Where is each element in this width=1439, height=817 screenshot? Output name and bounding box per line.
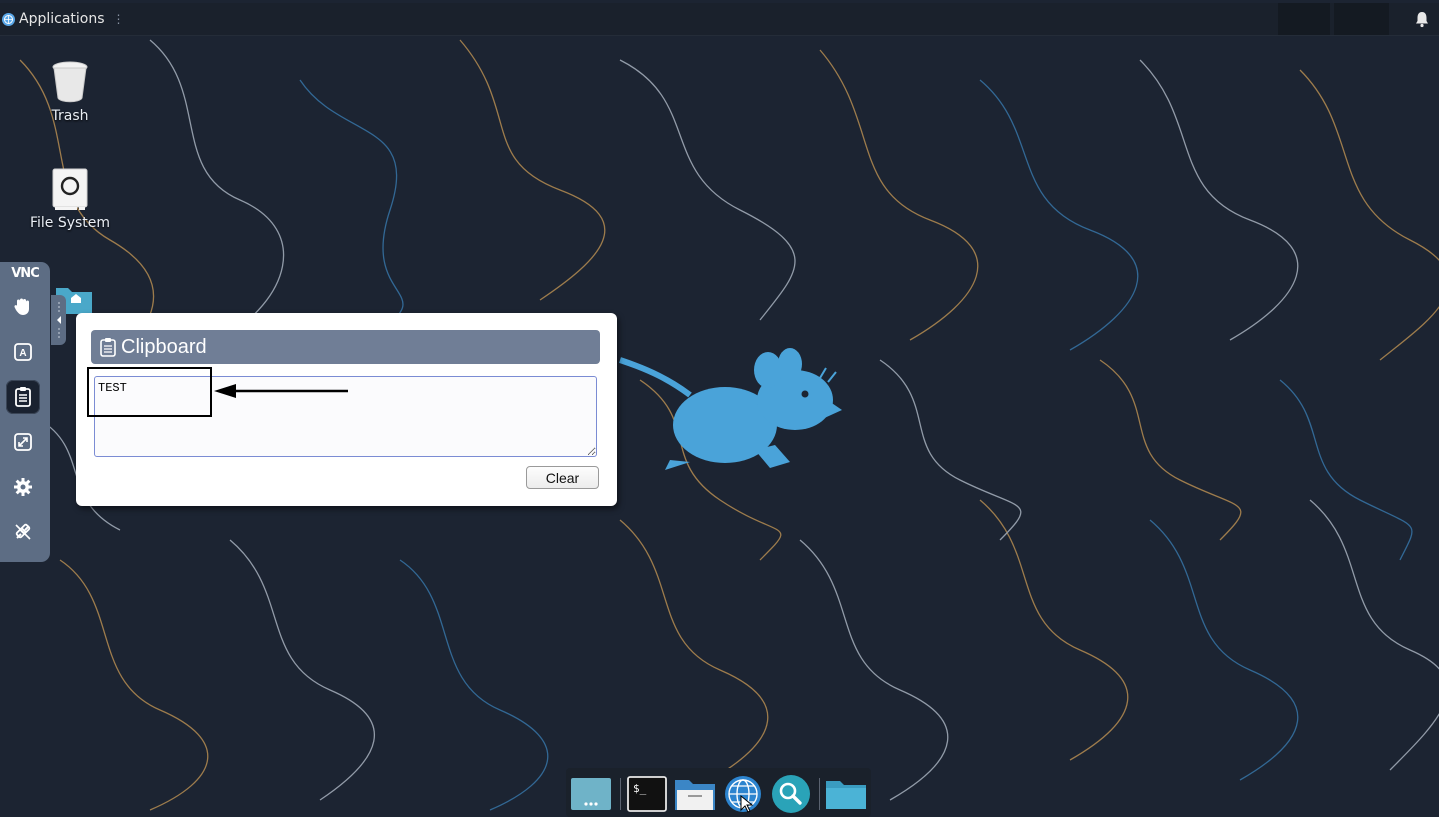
- vnc-settings-button[interactable]: [6, 470, 40, 504]
- svg-text:A: A: [19, 348, 26, 359]
- vnc-control-bar: VNC A: [0, 262, 50, 562]
- globe-icon: [725, 776, 761, 813]
- dock-file-manager[interactable]: [674, 775, 716, 813]
- folder-icon: [826, 781, 866, 809]
- vnc-bar-handle[interactable]: [51, 295, 66, 345]
- desktop-icon-trash[interactable]: Trash: [20, 60, 120, 124]
- fullscreen-icon: [14, 433, 32, 451]
- dock-separator: [819, 778, 820, 810]
- svg-text:$_: $_: [633, 782, 647, 795]
- desktop-icon: [571, 778, 611, 810]
- search-icon: [772, 775, 810, 813]
- chevron-left-icon: [56, 302, 61, 338]
- vnc-keyboard-button[interactable]: A: [6, 335, 40, 369]
- xfce-logo-icon: [2, 12, 15, 26]
- clear-button[interactable]: Clear: [526, 466, 599, 489]
- applications-menu[interactable]: Applications ⋮: [2, 11, 125, 27]
- dock-search[interactable]: [770, 775, 812, 813]
- panel-handle[interactable]: ⋮: [113, 12, 125, 26]
- vnc-logo: VNC: [11, 266, 39, 281]
- vnc-fullscreen-button[interactable]: [6, 425, 40, 459]
- keyboard-icon: A: [14, 343, 32, 361]
- file-manager-icon: [675, 780, 715, 810]
- top-panel: Applications ⋮: [0, 3, 1439, 36]
- applications-label: Applications: [19, 11, 105, 27]
- vnc-disconnect-button[interactable]: [6, 515, 40, 549]
- dock-show-desktop[interactable]: [570, 775, 612, 813]
- vnc-clipboard-button[interactable]: [6, 380, 40, 414]
- dock-folder[interactable]: [825, 775, 867, 813]
- annotation-highlight-box: [87, 367, 212, 417]
- drive-icon: [52, 168, 88, 210]
- notification-bell-icon[interactable]: [1413, 10, 1431, 28]
- disconnect-icon: [15, 523, 31, 540]
- dock-separator: [620, 778, 621, 810]
- desktop-icon-label: Trash: [51, 108, 89, 124]
- desktop-icon-label: File System: [29, 215, 111, 231]
- desktop-icon-file-system[interactable]: File System: [20, 167, 120, 231]
- hand-icon: [14, 298, 29, 315]
- clipboard-title: Clipboard: [121, 335, 207, 358]
- dock: $_: [566, 768, 871, 817]
- terminal-icon: $_: [627, 776, 667, 812]
- trash-icon: [52, 61, 88, 103]
- vnc-drag-button[interactable]: [6, 290, 40, 324]
- tray-slot[interactable]: [1334, 3, 1389, 35]
- annotation-arrow: [214, 384, 348, 398]
- dock-web-browser[interactable]: [722, 775, 764, 813]
- clipboard-icon: [15, 387, 31, 407]
- gear-icon: [14, 478, 32, 496]
- dock-terminal[interactable]: $_: [626, 775, 668, 813]
- clipboard-header: Clipboard: [91, 330, 600, 364]
- tray-slot[interactable]: [1278, 3, 1330, 35]
- clipboard-icon: [99, 337, 117, 357]
